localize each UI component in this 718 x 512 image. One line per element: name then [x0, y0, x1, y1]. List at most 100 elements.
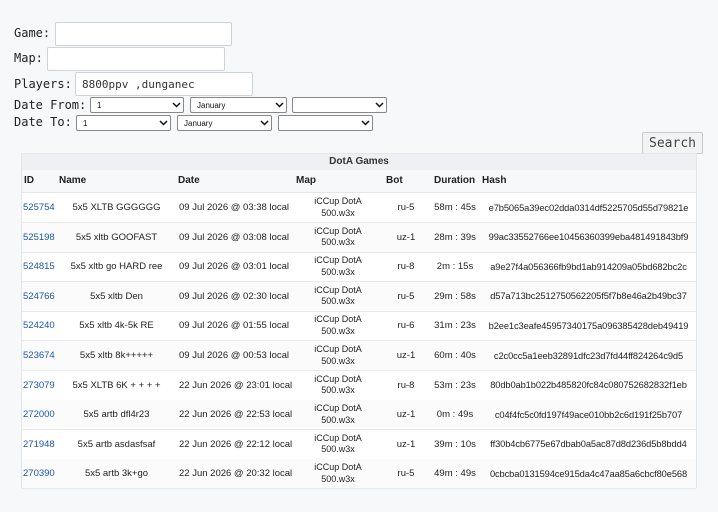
column-header-id: ID — [24, 175, 34, 186]
game-duration: 2m : 15s — [436, 261, 474, 273]
table-row: 525198 5x5 xltb GOOFAST 09 Jul 2026 @ 03:0… — [22, 222, 696, 253]
map-label: Map: — [14, 51, 43, 65]
game-id-link-text[interactable]: 525198 — [23, 232, 55, 243]
game-date: 22 Jun 2026 @ 22:12 local — [179, 438, 293, 450]
game-label: Game: — [14, 26, 51, 40]
game-map-line1: iCCup DotA — [314, 403, 362, 414]
game-id-link-text[interactable]: 271948 — [23, 439, 55, 450]
game-hash: 80db0ab1b022b485820fc84c080752682832f1eb — [490, 380, 687, 391]
chevron-down-icon — [157, 116, 170, 130]
game-bot: ru-5 — [397, 290, 415, 302]
game-map: iCCup DotA 500.w3x — [294, 371, 382, 400]
game-map-line1: iCCup DotA — [314, 196, 362, 206]
map-input[interactable] — [47, 47, 225, 71]
game-duration: 53m : 23s — [434, 379, 476, 391]
game-id-link[interactable]: 523674 — [22, 341, 58, 370]
game-id-link[interactable]: 524766 — [22, 282, 58, 311]
game-id-link[interactable]: 524815 — [22, 252, 58, 281]
game-id-link[interactable]: 524240 — [22, 311, 58, 340]
table-row: 272000 5x5 artb dfl4r23 22 Jun 2026 @ 22:5… — [22, 400, 696, 431]
game-map-line2: 500.w3x — [321, 355, 355, 366]
game-name: 5x5 xltb GOOFAST — [75, 231, 158, 243]
game-name: 5x5 xltb Den — [90, 290, 143, 302]
game-id-link[interactable]: 272000 — [22, 400, 58, 429]
game-map-line2: 500.w3x — [321, 237, 355, 248]
game-bot: ru-5 — [397, 202, 415, 213]
column-header-name: Name — [59, 175, 87, 186]
table-row: 524766 5x5 xltb Den 09 Jul 2026 @ 02:30 lo… — [22, 281, 696, 312]
date-from-year-select[interactable] — [292, 97, 387, 113]
game-id-link-text[interactable]: 272000 — [23, 409, 55, 420]
game-id-link[interactable]: 525754 — [22, 193, 58, 222]
game-map-line2: 500.w3x — [321, 207, 355, 218]
table-header: ID Name Date Map Bot Duration Hash — [22, 170, 696, 193]
game-hash: b2ee1c3eafe45957340175a096385428deb49419 — [488, 320, 689, 331]
players-input[interactable] — [75, 72, 253, 96]
date-from-day-select[interactable]: 1 — [90, 97, 184, 113]
game-map: iCCup DotA 500.w3x — [294, 252, 382, 281]
date-from-month-value: January — [197, 100, 226, 110]
game-hash: 99ac33552766ee10456360399eba481491843bf9 — [488, 232, 689, 243]
date-to-day-select[interactable]: 1 — [76, 115, 171, 131]
game-bot: ru-8 — [397, 379, 415, 391]
game-hash: a9e27f4a056366fb9bd1ab914209a05bd682bc2c — [490, 261, 687, 272]
game-map-line1: iCCup DotA — [314, 225, 362, 236]
game-date: 22 Jun 2026 @ 22:53 local — [179, 409, 293, 421]
table-row: 524815 5x5 xltb go HARD ree 09 Jul 2026 @ … — [22, 252, 696, 283]
column-header-hash: Hash — [482, 175, 507, 186]
game-bot: uz-1 — [396, 350, 416, 361]
chevron-down-icon — [359, 116, 372, 130]
game-map-line2: 500.w3x — [321, 444, 355, 455]
game-map: iCCup DotA 500.w3x — [294, 341, 382, 370]
game-map-line2: 500.w3x — [321, 296, 355, 307]
table-row: 273079 5x5 XLTB 6K + + + + 22 Jun 2026 @ 2… — [22, 371, 696, 401]
game-map-line1: iCCup DotA — [314, 314, 362, 325]
game-duration: 31m : 23s — [434, 320, 476, 332]
search-button[interactable]: Search — [642, 132, 703, 154]
date-to-year-select[interactable] — [278, 115, 373, 131]
table-row: 524240 5x5 xltb 4k-5k RE 09 Jul 2026 @ 01:… — [22, 311, 696, 342]
game-id-link[interactable]: 525198 — [22, 223, 58, 252]
game-bot: ru-6 — [397, 320, 415, 332]
game-map-line1: iCCup DotA — [314, 432, 362, 443]
game-date: 09 Jul 2026 @ 03:38 local — [179, 202, 289, 213]
game-map-line2: 500.w3x — [321, 473, 355, 484]
table-title: DotA Games — [22, 154, 696, 170]
game-duration: 49m : 49s — [434, 468, 476, 480]
game-map: iCCup DotA 500.w3x — [294, 311, 382, 340]
game-bot: ru-8 — [397, 261, 415, 273]
game-map: iCCup DotA 500.w3x — [294, 193, 382, 222]
game-name: 5x5 XLTB GGGGGG — [72, 202, 161, 213]
date-to-month-select[interactable]: January — [177, 115, 272, 131]
game-id-link[interactable]: 273079 — [22, 371, 58, 400]
chevron-down-icon — [170, 98, 183, 112]
game-input[interactable] — [55, 22, 232, 46]
game-map: iCCup DotA 500.w3x — [294, 400, 382, 429]
game-id-link-text[interactable]: 524766 — [23, 291, 55, 302]
game-id-link[interactable]: 270390 — [22, 459, 58, 488]
game-id-link-text[interactable]: 523674 — [23, 350, 55, 361]
game-id-link-text[interactable]: 524240 — [23, 320, 55, 331]
game-date: 22 Jun 2026 @ 23:01 local — [179, 379, 293, 391]
column-header-duration: Duration — [434, 175, 476, 186]
game-hash: c04f4fc5c0fd197f49ace010bb2c6d191f25b707 — [494, 409, 683, 420]
game-hash: c2c0cc5a1eeb32891dfc23d7fd44ff824264c9d5 — [493, 350, 684, 361]
date-to-label: Date To: — [14, 115, 72, 129]
game-duration: 28m : 39s — [434, 231, 476, 243]
game-id-link-text[interactable]: 270390 — [23, 468, 55, 479]
game-map-line1: iCCup DotA — [314, 373, 362, 384]
game-id-link-text[interactable]: 524815 — [23, 261, 55, 272]
table-row: 525754 5x5 XLTB GGGGGG 09 Jul 2026 @ 03:38… — [22, 193, 696, 223]
game-name: 5x5 artb asdasfsaf — [77, 438, 156, 450]
game-id-link[interactable]: 271948 — [22, 430, 58, 459]
date-from-month-select[interactable]: January — [190, 97, 287, 113]
column-header-date: Date — [178, 175, 200, 186]
game-id-link-text[interactable]: 525754 — [23, 202, 55, 213]
game-map-line2: 500.w3x — [321, 325, 355, 336]
game-bot: uz-1 — [396, 409, 416, 421]
game-id-link-text[interactable]: 273079 — [23, 380, 55, 391]
game-bot: uz-1 — [396, 231, 416, 243]
game-map-line1: iCCup DotA — [314, 284, 362, 295]
game-date: 09 Jul 2026 @ 03:08 local — [179, 231, 289, 243]
game-name: 5x5 xltb go HARD ree — [70, 261, 163, 273]
